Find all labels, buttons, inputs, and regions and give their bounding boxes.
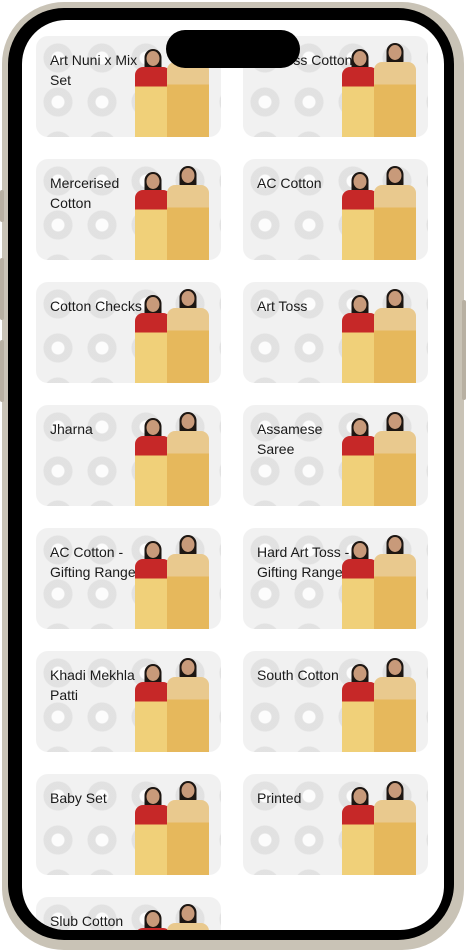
- volume-up-button: [0, 258, 4, 320]
- category-label: South Cotton: [257, 667, 339, 683]
- model-figure: [167, 658, 209, 752]
- category-card[interactable]: Assamese Saree: [243, 405, 428, 506]
- model-figure: [167, 904, 209, 930]
- category-label: Baby Set: [50, 790, 107, 806]
- category-card[interactable]: Baby Set: [36, 774, 221, 875]
- model-figure: [374, 412, 416, 506]
- model-figure: [167, 535, 209, 629]
- category-card[interactable]: Slub Cotton: [36, 897, 221, 930]
- category-grid: Art Nuni x Mix Set Art Toss Cotton Merceri…: [36, 36, 428, 930]
- category-card[interactable]: Cotton Checks: [36, 282, 221, 383]
- action-button: [0, 190, 4, 222]
- model-figure: [374, 43, 416, 137]
- model-figure: [374, 781, 416, 875]
- category-card[interactable]: Khadi Mekhla Patti: [36, 651, 221, 752]
- category-label: Art Nuni x Mix Set: [50, 52, 138, 88]
- category-label: Mercerised Cotton: [50, 175, 120, 211]
- app-screen: Art Nuni x Mix Set Art Toss Cotton Merceri…: [22, 20, 444, 930]
- power-button: [462, 300, 466, 400]
- category-label: Printed: [257, 790, 302, 806]
- model-figure: [374, 535, 416, 629]
- category-card[interactable]: Mercerised Cotton: [36, 159, 221, 260]
- model-figure: [167, 289, 209, 383]
- category-card[interactable]: Jharna: [36, 405, 221, 506]
- model-figure: [374, 166, 416, 260]
- category-label: AC Cotton: [257, 175, 322, 191]
- volume-down-button: [0, 340, 4, 402]
- category-label: Jharna: [50, 421, 93, 437]
- category-label: Hard Art Toss - Gifting Range: [257, 544, 350, 580]
- category-label: Assamese Saree: [257, 421, 323, 457]
- category-label: AC Cotton - Gifting Range: [50, 544, 136, 580]
- category-card[interactable]: Printed: [243, 774, 428, 875]
- dynamic-island: [166, 30, 300, 68]
- category-card[interactable]: South Cotton: [243, 651, 428, 752]
- model-figure: [374, 289, 416, 383]
- category-card[interactable]: AC Cotton: [243, 159, 428, 260]
- model-figure: [167, 412, 209, 506]
- model-figure: [374, 658, 416, 752]
- category-label: Art Toss: [257, 298, 308, 314]
- category-label: Slub Cotton: [50, 913, 124, 929]
- category-card[interactable]: Art Toss: [243, 282, 428, 383]
- model-figure: [167, 781, 209, 875]
- category-card[interactable]: Hard Art Toss - Gifting Range: [243, 528, 428, 629]
- category-label: Khadi Mekhla Patti: [50, 667, 135, 703]
- model-figure: [167, 166, 209, 260]
- category-label: Cotton Checks: [50, 298, 142, 314]
- category-card[interactable]: AC Cotton - Gifting Range: [36, 528, 221, 629]
